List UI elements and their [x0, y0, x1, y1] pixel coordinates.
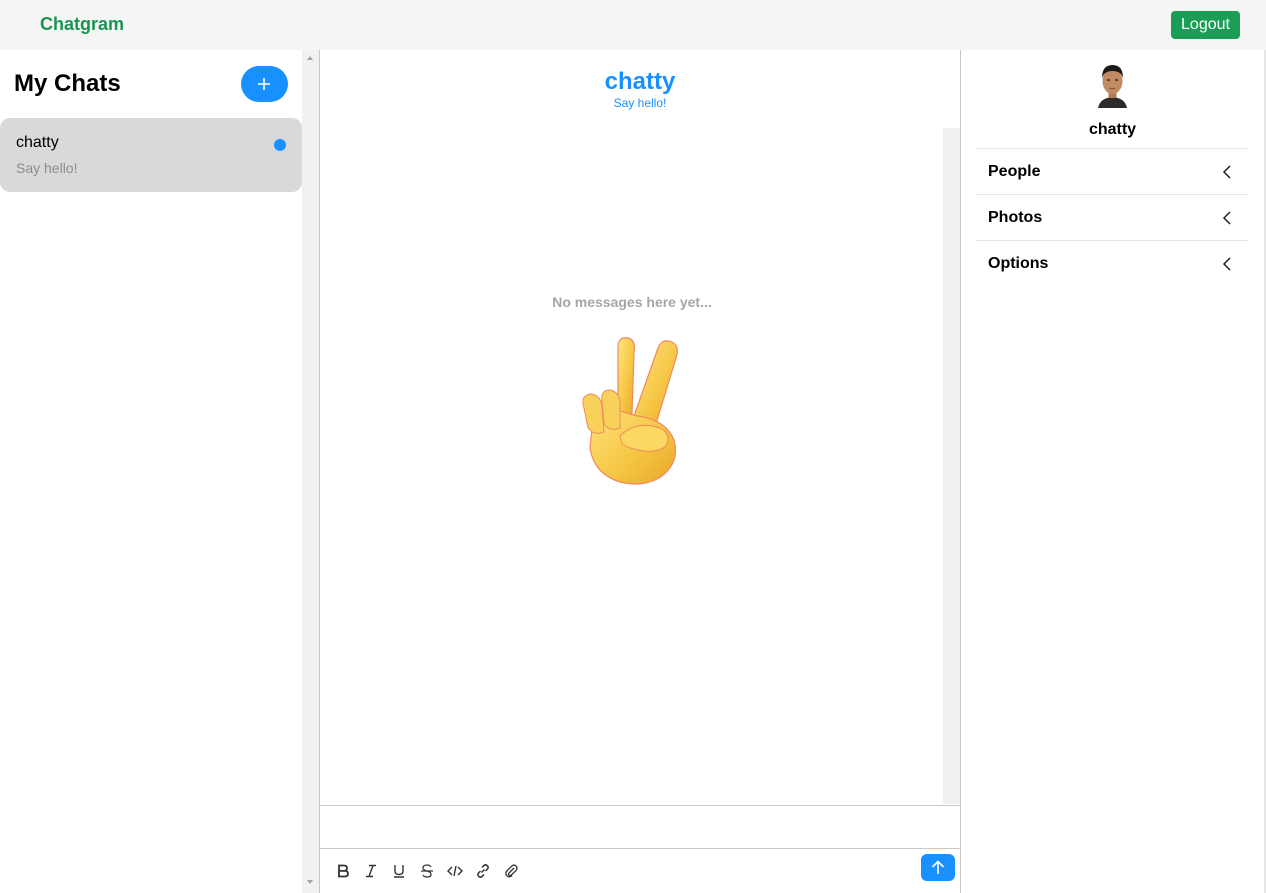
section-photos[interactable]: Photos: [976, 194, 1248, 240]
section-label: Photos: [988, 209, 1043, 226]
scroll-down-arrow-icon[interactable]: [307, 880, 313, 884]
underline-icon[interactable]: [389, 861, 409, 881]
message-list-scrollbar[interactable]: [943, 128, 960, 804]
chat-details-panel: chatty People Photos Options: [961, 50, 1264, 893]
unread-indicator: [274, 139, 286, 151]
chevron-left-icon: [1222, 165, 1231, 179]
chat-list-title: My Chats: [14, 70, 121, 97]
strikethrough-icon[interactable]: [417, 861, 437, 881]
code-icon[interactable]: [445, 861, 465, 881]
brand-logo[interactable]: Chatgram: [40, 14, 124, 35]
bold-icon[interactable]: [333, 861, 353, 881]
chat-subtitle: Say hello!: [613, 96, 667, 110]
chat-list-item-title: chatty: [16, 134, 59, 151]
empty-chat-message: No messages here yet...: [552, 294, 712, 310]
section-label: Options: [988, 255, 1049, 272]
chat-list-scrollbar[interactable]: [302, 50, 319, 893]
new-chat-button[interactable]: [241, 66, 288, 102]
victory-hand-emoji: [582, 337, 678, 485]
section-options[interactable]: Options: [976, 240, 1248, 286]
italic-icon[interactable]: [361, 861, 381, 881]
chat-list-item[interactable]: chatty Say hello!: [0, 118, 302, 192]
chat-details-name: chatty: [1088, 121, 1137, 138]
scroll-up-arrow-icon[interactable]: [307, 56, 313, 60]
arrow-up-icon: [931, 860, 945, 874]
chat-title: chatty: [604, 68, 676, 95]
avatar: [1094, 62, 1131, 108]
send-button[interactable]: [921, 854, 955, 881]
chevron-left-icon: [1222, 257, 1231, 271]
formatting-toolbar: [320, 849, 960, 893]
logout-button[interactable]: Logout: [1171, 11, 1240, 39]
chat-list-panel: My Chats chatty Say hello!: [0, 50, 302, 893]
plus-icon: [258, 78, 270, 90]
top-bar: Chatgram Logout: [0, 0, 1266, 50]
chevron-left-icon: [1222, 211, 1231, 225]
section-label: People: [988, 163, 1041, 180]
message-input[interactable]: [320, 805, 960, 849]
section-people[interactable]: People: [976, 148, 1248, 194]
attachment-icon[interactable]: [501, 861, 521, 881]
link-icon[interactable]: [473, 861, 493, 881]
chat-feed: chatty Say hello! No messages here yet..…: [319, 50, 961, 893]
chat-list-item-subtitle: Say hello!: [16, 160, 78, 176]
